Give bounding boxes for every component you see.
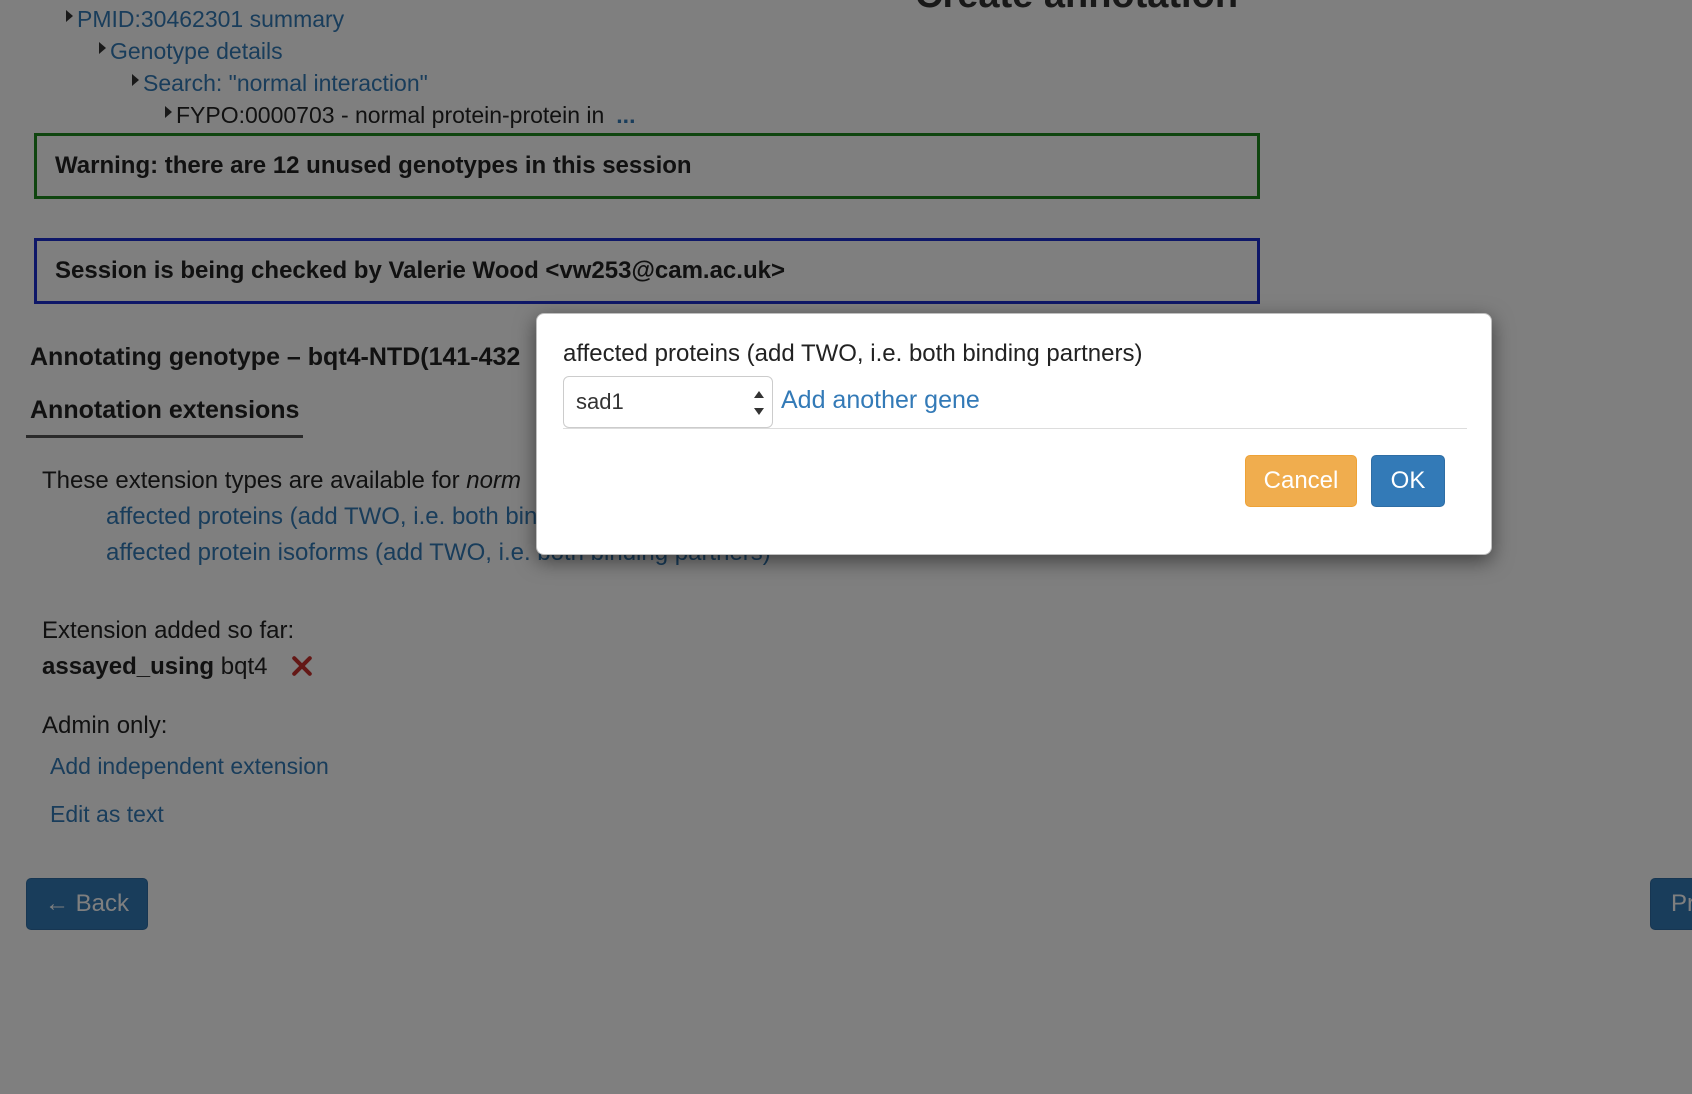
gene-select-value: sad1 bbox=[576, 389, 624, 414]
cancel-button[interactable]: Cancel bbox=[1245, 455, 1357, 507]
add-extension-dialog: affected proteins (add TWO, i.e. both bi… bbox=[536, 313, 1492, 555]
select-arrows-icon bbox=[754, 391, 764, 415]
dialog-extension-label: affected proteins (add TWO, i.e. both bi… bbox=[563, 340, 1143, 367]
dialog-divider bbox=[563, 428, 1467, 429]
add-another-gene-link[interactable]: Add another gene bbox=[781, 386, 980, 415]
gene-select[interactable]: sad1 bbox=[563, 376, 773, 428]
ok-button[interactable]: OK bbox=[1371, 455, 1445, 507]
